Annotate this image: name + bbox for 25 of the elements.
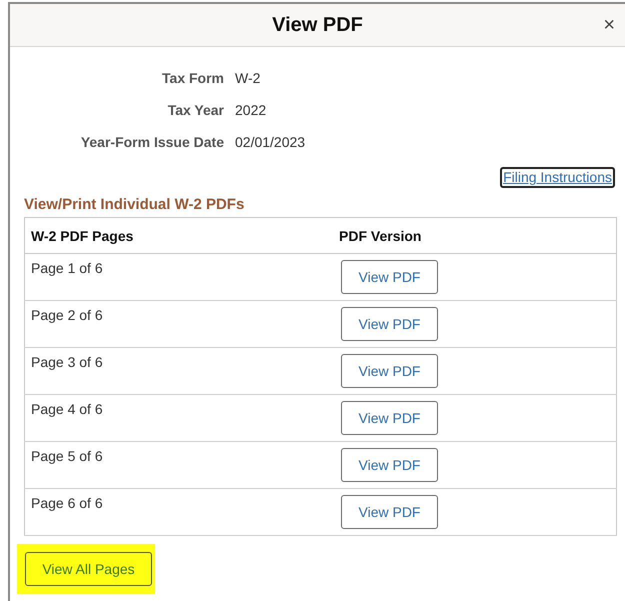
view-pdf-button[interactable]: View PDF (341, 401, 438, 435)
field-value: 02/01/2023 (235, 133, 306, 151)
table-cell: Page 3 of 6 (24, 348, 333, 394)
field-label: Tax Form (161, 69, 224, 87)
view-pdf-button[interactable]: View PDF (341, 495, 438, 529)
view-pdf-button[interactable]: View PDF (341, 307, 438, 341)
section-title: View/Print Individual W-2 PDFs (24, 196, 246, 213)
table-cell: Page 6 of 6 (24, 488, 333, 536)
column-header: PDF Version (333, 218, 616, 254)
table-cell: Page 4 of 6 (24, 394, 333, 442)
column-header: W-2 PDF Pages (24, 218, 333, 254)
table-cell: Page 5 of 6 (24, 442, 333, 488)
view-all-pages-button[interactable]: View All Pages (25, 552, 152, 586)
field-value: 2022 (235, 101, 268, 119)
view-pdf-button[interactable]: View PDF (341, 354, 438, 388)
view-pdf-button[interactable]: View PDF (341, 260, 438, 294)
field-value: W-2 (235, 69, 262, 87)
view-pdf-button[interactable]: View PDF (341, 448, 438, 482)
field-label: Year-Form Issue Date (80, 133, 224, 151)
field-label: Tax Year (166, 101, 224, 119)
filing-instructions-link[interactable]: Filing Instructions (500, 167, 615, 188)
table-cell: Page 2 of 6 (24, 300, 333, 348)
close-button[interactable]: × (599, 14, 619, 36)
dialog-title: View PDF (272, 14, 363, 36)
table-cell: Page 1 of 6 (24, 254, 333, 300)
